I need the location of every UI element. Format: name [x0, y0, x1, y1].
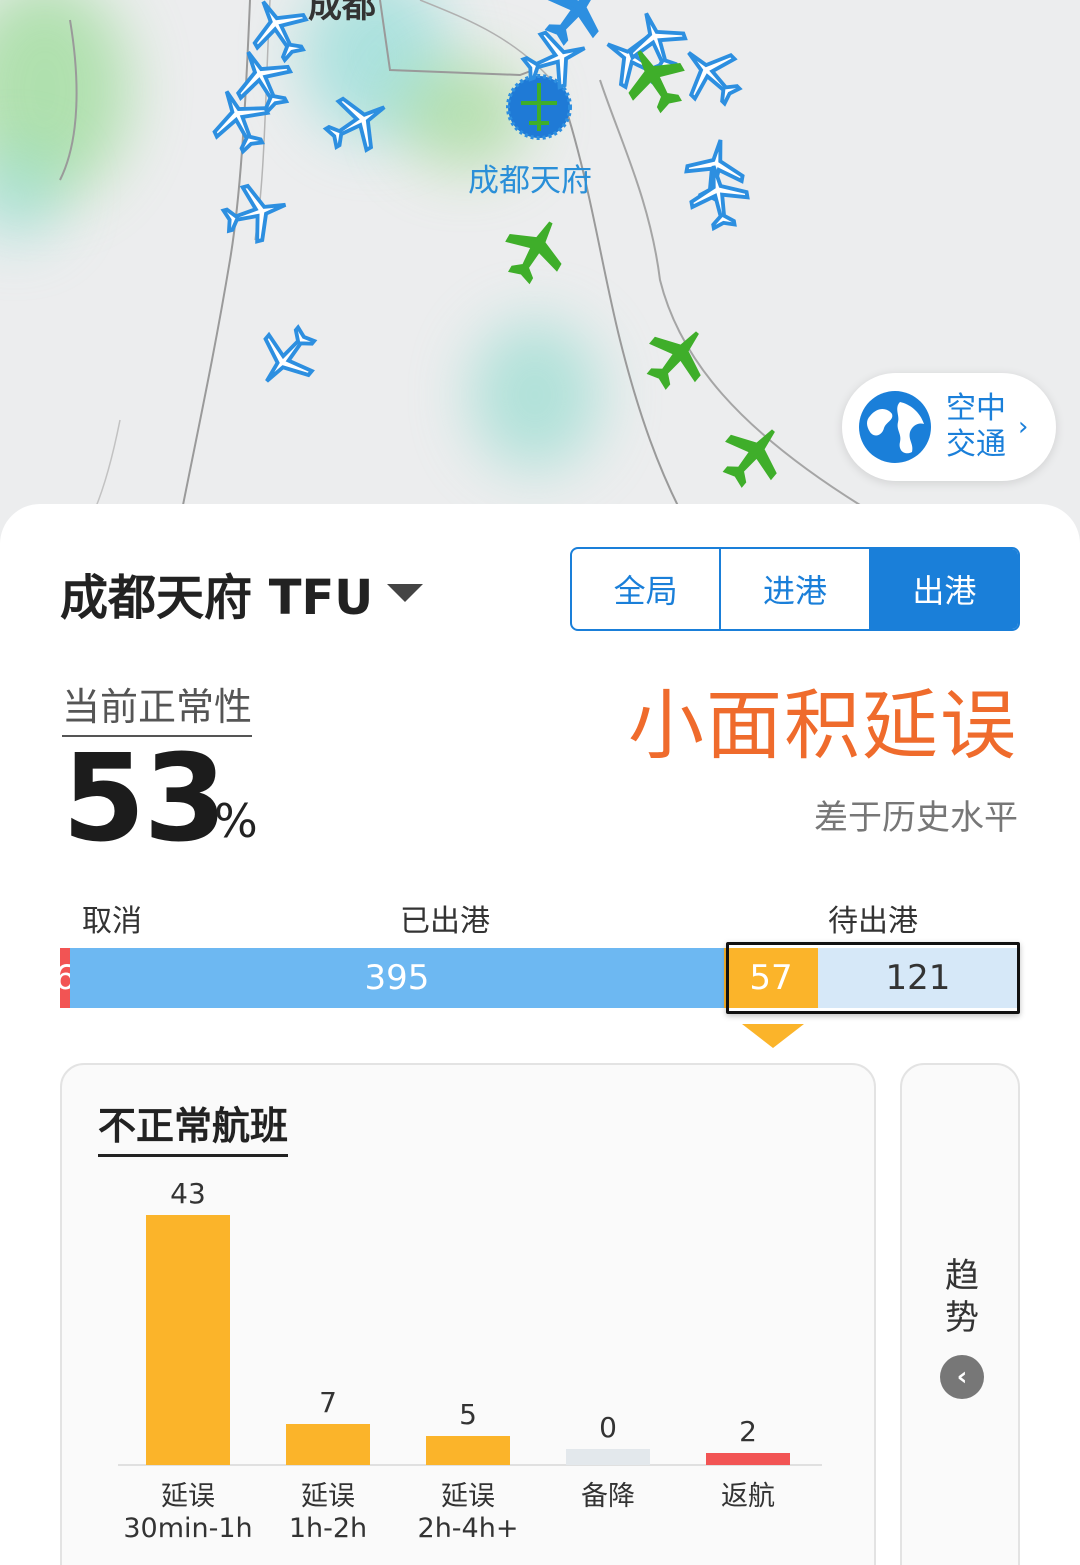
caret-down-icon — [387, 584, 424, 602]
category-label: 1h-2h — [289, 1513, 367, 1544]
normality-unit: % — [214, 794, 258, 848]
pending-selection-frame — [726, 942, 1020, 1014]
normality-label[interactable]: 当前正常性 — [62, 676, 253, 737]
airplane-icon[interactable] — [678, 156, 759, 237]
category-label: 延误 — [161, 1481, 215, 1512]
airport-status-panel: 成都天府 TFU 全局 进港 出港 当前正常性 53 % 小面积延误 差于历史水… — [0, 504, 1080, 1565]
bar-value-label: 43 — [170, 1177, 206, 1210]
caption-cancelled: 取消 — [82, 904, 142, 939]
caption-pending: 待出港 — [828, 904, 918, 939]
bar[interactable] — [146, 1215, 230, 1465]
city-label: 成都 — [308, 0, 376, 26]
category-label: 30min-1h — [123, 1513, 252, 1544]
normality-value: 53 — [62, 730, 227, 869]
bar[interactable] — [706, 1453, 790, 1465]
tab-departures[interactable]: 出港 — [870, 549, 1018, 629]
bar[interactable] — [286, 1424, 370, 1465]
category-label: 延误 — [441, 1481, 495, 1512]
bar-value-label: 7 — [319, 1386, 337, 1419]
airspace-map[interactable]: 成都 成都天府 空中交通 › — [0, 0, 1080, 560]
caption-departed: 已出港 — [400, 904, 490, 939]
bar-value-label: 5 — [459, 1398, 477, 1431]
tab-arrivals[interactable]: 进港 — [721, 549, 871, 629]
category-label: 2h-4h+ — [418, 1513, 519, 1544]
category-label: 延误 — [301, 1481, 355, 1512]
delay-status: 小面积延误 — [628, 681, 1018, 770]
flow-segment-cancelled[interactable]: 6 — [54, 948, 76, 1008]
airport-selector[interactable]: 成都天府 TFU — [60, 558, 424, 628]
flow-segment-departed[interactable]: 395 — [70, 948, 724, 1008]
airport-title: 成都天府 TFU — [60, 570, 374, 626]
air-traffic-label: 空中交通 — [946, 391, 1006, 462]
bar-value-label: 0 — [599, 1411, 617, 1444]
category-label: 返航 — [721, 1481, 775, 1512]
expand-trend-button[interactable]: ‹ — [940, 1355, 984, 1399]
bar[interactable] — [426, 1436, 510, 1465]
trend-card[interactable]: 趋势 ‹ — [900, 1063, 1020, 1565]
air-traffic-button[interactable]: 空中交通 › — [842, 373, 1056, 481]
category-label: 备降 — [581, 1481, 635, 1512]
status-comparison: 差于历史水平 — [814, 798, 1018, 838]
trend-label: 趋势 — [945, 1256, 979, 1338]
bar[interactable] — [566, 1449, 650, 1465]
selection-pointer-icon — [742, 1024, 804, 1048]
bar-value-label: 2 — [739, 1415, 757, 1448]
chevron-right-icon: › — [1018, 412, 1029, 442]
irregular-flights-card: 不正常航班 43 延误 30min-1h 7 延误 1h-2h 5 延误 2h-4h+ 0 备降 2 返… — [60, 1063, 876, 1565]
direction-tabs: 全局 进港 出港 — [570, 547, 1020, 631]
globe-icon — [859, 391, 931, 463]
airport-map-label: 成都天府 — [468, 163, 592, 199]
tab-overall[interactable]: 全局 — [572, 549, 722, 629]
irregular-flights-chart: 43延误30min-1h7延误1h-2h5延误2h-4h+0备降2返航 — [118, 1177, 822, 1544]
